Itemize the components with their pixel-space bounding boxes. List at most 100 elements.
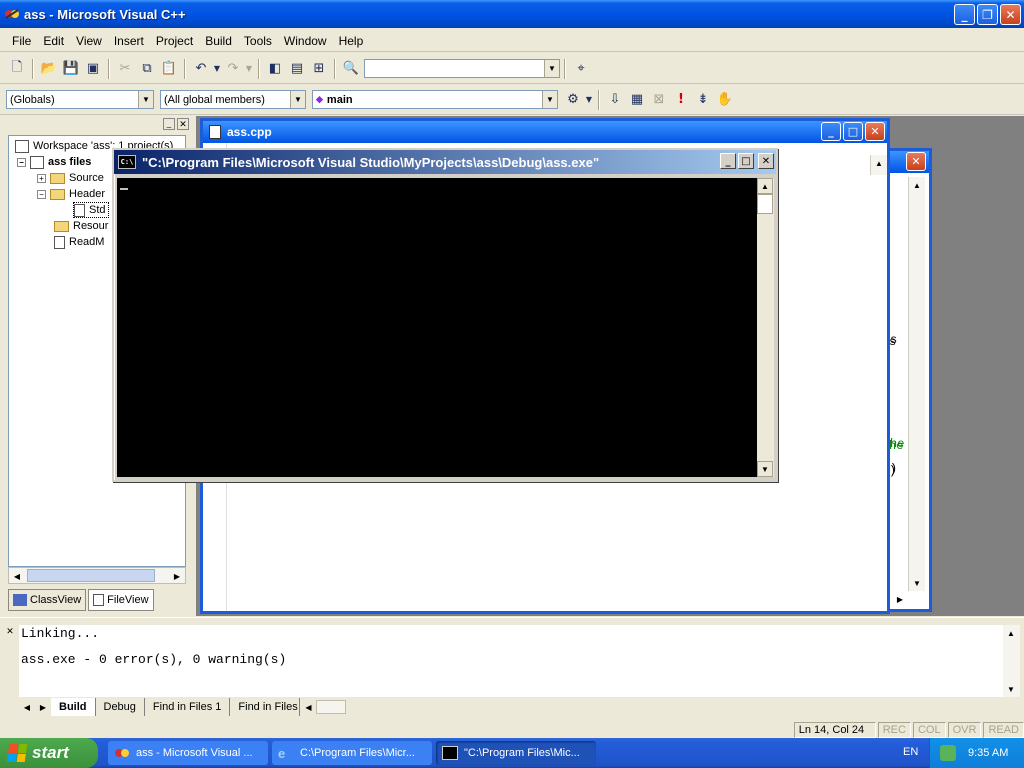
editor-maximize-button[interactable]: □ [843, 122, 863, 141]
members-combo-arrow[interactable]: ▼ [290, 91, 305, 108]
cut-button[interactable]: ✂ [114, 58, 136, 80]
tree-project[interactable]: − ass files [17, 154, 91, 170]
scroll-down-button[interactable]: ▼ [1003, 681, 1019, 697]
function-combo[interactable]: ◆ main ▼ [312, 90, 558, 109]
secondary-scroll-right-button[interactable]: ▶ [892, 591, 908, 607]
stop-build-button[interactable]: ⊠ [648, 89, 670, 111]
output-vscrollbar[interactable]: ▲ ▼ [1003, 625, 1020, 697]
save-all-button[interactable]: ▣ [82, 58, 104, 80]
save-button[interactable]: 💾 [60, 58, 82, 80]
output-text-area[interactable]: Linking... ass.exe - 0 error(s), 0 warni… [19, 625, 1003, 697]
menu-build[interactable]: Build [199, 34, 238, 48]
tree-folder-header[interactable]: − Header [37, 186, 105, 202]
members-combo[interactable]: (All global members) ▼ [160, 90, 306, 109]
main-title-bar[interactable]: ass - Microsoft Visual C++ _ ❐ ✕ [0, 0, 1024, 28]
output-toggle-button[interactable]: ▤ [286, 58, 308, 80]
tab-find-in-files-1[interactable]: Find in Files 1 [145, 698, 231, 716]
tree-file-std[interactable]: Std [73, 202, 109, 218]
scope-combo-arrow[interactable]: ▼ [138, 91, 153, 108]
clock[interactable]: 9:35 AM [968, 747, 1008, 759]
console-maximize-button[interactable]: □ [738, 153, 754, 169]
scroll-right-button[interactable]: ▶ [169, 568, 185, 584]
scroll-up-button[interactable]: ▲ [871, 155, 887, 171]
wizard-action-dropdown[interactable]: ▼ [584, 89, 594, 111]
find-combo-arrow[interactable]: ▼ [544, 60, 559, 77]
window-list-button[interactable]: ⊞ [308, 58, 330, 80]
workspace-close-button[interactable]: ✕ [177, 118, 189, 130]
editor-window-secondary[interactable]: ✕ ▲ ▼ ▶ [888, 148, 932, 612]
menu-tools[interactable]: Tools [238, 34, 278, 48]
menu-view[interactable]: View [70, 34, 108, 48]
console-close-button[interactable]: ✕ [758, 153, 774, 169]
console-window[interactable]: C:\ "C:\Program Files\Microsoft Visual S… [112, 148, 778, 482]
tree-file-readme[interactable]: ReadM [54, 234, 104, 250]
tab-find-in-files-2[interactable]: Find in Files 2 [230, 698, 301, 716]
scroll-down-button[interactable]: ▼ [909, 575, 925, 591]
console-minimize-button[interactable]: _ [720, 153, 736, 169]
scroll-left-button[interactable]: ◀ [9, 568, 25, 584]
console-vscrollbar[interactable]: ▲ ▼ [757, 178, 774, 477]
redo-dropdown[interactable]: ▼ [244, 58, 254, 80]
menu-help[interactable]: Help [333, 34, 370, 48]
secondary-window-titlebar[interactable]: ✕ [888, 151, 929, 173]
go-button[interactable]: ⇟ [692, 89, 714, 111]
paste-button[interactable]: 📋 [158, 58, 180, 80]
find-combo[interactable]: ▼ [364, 59, 560, 78]
tree-folder-resource[interactable]: Resour [54, 218, 108, 234]
editor-window-titlebar[interactable]: ass.cpp _ □ ✕ [203, 121, 887, 143]
start-button[interactable]: start [0, 738, 98, 768]
function-combo-arrow[interactable]: ▼ [542, 91, 557, 108]
scroll-up-button[interactable]: ▲ [757, 178, 773, 194]
editor-close-button[interactable]: ✕ [865, 122, 885, 141]
editor-vscrollbar[interactable]: ▲ [870, 155, 887, 175]
scope-combo[interactable]: (Globals) ▼ [6, 90, 154, 109]
tab-scroll-left-button[interactable]: ◀ [19, 699, 35, 715]
undo-dropdown[interactable]: ▼ [212, 58, 222, 80]
secondary-vscrollbar[interactable]: ▲ ▼ [908, 177, 925, 591]
network-icon[interactable] [940, 745, 956, 761]
editor-minimize-button[interactable]: _ [821, 122, 841, 141]
open-button[interactable]: 📂 [38, 58, 60, 80]
output-hscroll-track[interactable] [316, 700, 347, 714]
scroll-down-button[interactable]: ▼ [757, 461, 773, 477]
undo-button[interactable]: ↶ [190, 58, 212, 80]
copy-button[interactable]: ⧉ [136, 58, 158, 80]
compile-button[interactable]: ⇩ [604, 89, 626, 111]
new-file-button[interactable]: 🗋 [6, 58, 28, 80]
console-scroll-thumb[interactable] [757, 194, 773, 214]
minimize-button[interactable]: _ [954, 4, 975, 25]
output-hscroll-left-button[interactable]: ◀ [300, 699, 316, 715]
console-titlebar[interactable]: C:\ "C:\Program Files\Microsoft Visual S… [114, 150, 776, 174]
wizard-action-button[interactable]: ⚙ [562, 89, 584, 111]
language-indicator[interactable]: EN [903, 746, 918, 758]
tree-folder-source[interactable]: + Source [37, 170, 104, 186]
find-button[interactable]: ⌖ [570, 58, 592, 80]
scroll-up-button[interactable]: ▲ [909, 177, 925, 193]
close-button[interactable]: ✕ [1000, 4, 1021, 25]
tab-debug[interactable]: Debug [96, 698, 145, 716]
menu-project[interactable]: Project [150, 34, 199, 48]
workspace-toggle-button[interactable]: ◧ [264, 58, 286, 80]
scroll-up-button[interactable]: ▲ [1003, 625, 1019, 641]
task-button-console[interactable]: "C:\Program Files\Mic... [436, 741, 596, 765]
tab-scroll-right-button[interactable]: ▶ [35, 699, 51, 715]
menu-file[interactable]: File [6, 34, 37, 48]
secondary-close-button[interactable]: ✕ [906, 152, 926, 171]
find-in-files-button[interactable]: 🔍 [340, 58, 362, 80]
build-button[interactable]: ▦ [626, 89, 648, 111]
task-button-explorer[interactable]: e C:\Program Files\Micr... [272, 741, 432, 765]
menu-edit[interactable]: Edit [37, 34, 70, 48]
task-button-visual-cpp[interactable]: ass - Microsoft Visual ... [108, 741, 268, 765]
workspace-hscrollbar[interactable]: ◀ ▶ [8, 567, 186, 584]
tab-fileview[interactable]: FileView [88, 589, 154, 611]
menu-insert[interactable]: Insert [108, 34, 150, 48]
tab-classview[interactable]: ClassView [8, 589, 87, 611]
restore-button[interactable]: ❐ [977, 4, 998, 25]
redo-button[interactable]: ↷ [222, 58, 244, 80]
console-screen[interactable] [117, 178, 757, 477]
tab-build[interactable]: Build [51, 698, 96, 716]
breakpoint-button[interactable]: ✋ [714, 89, 736, 111]
output-close-button[interactable]: ✕ [4, 626, 16, 638]
menu-window[interactable]: Window [278, 34, 333, 48]
workspace-hscroll-thumb[interactable] [27, 569, 155, 582]
